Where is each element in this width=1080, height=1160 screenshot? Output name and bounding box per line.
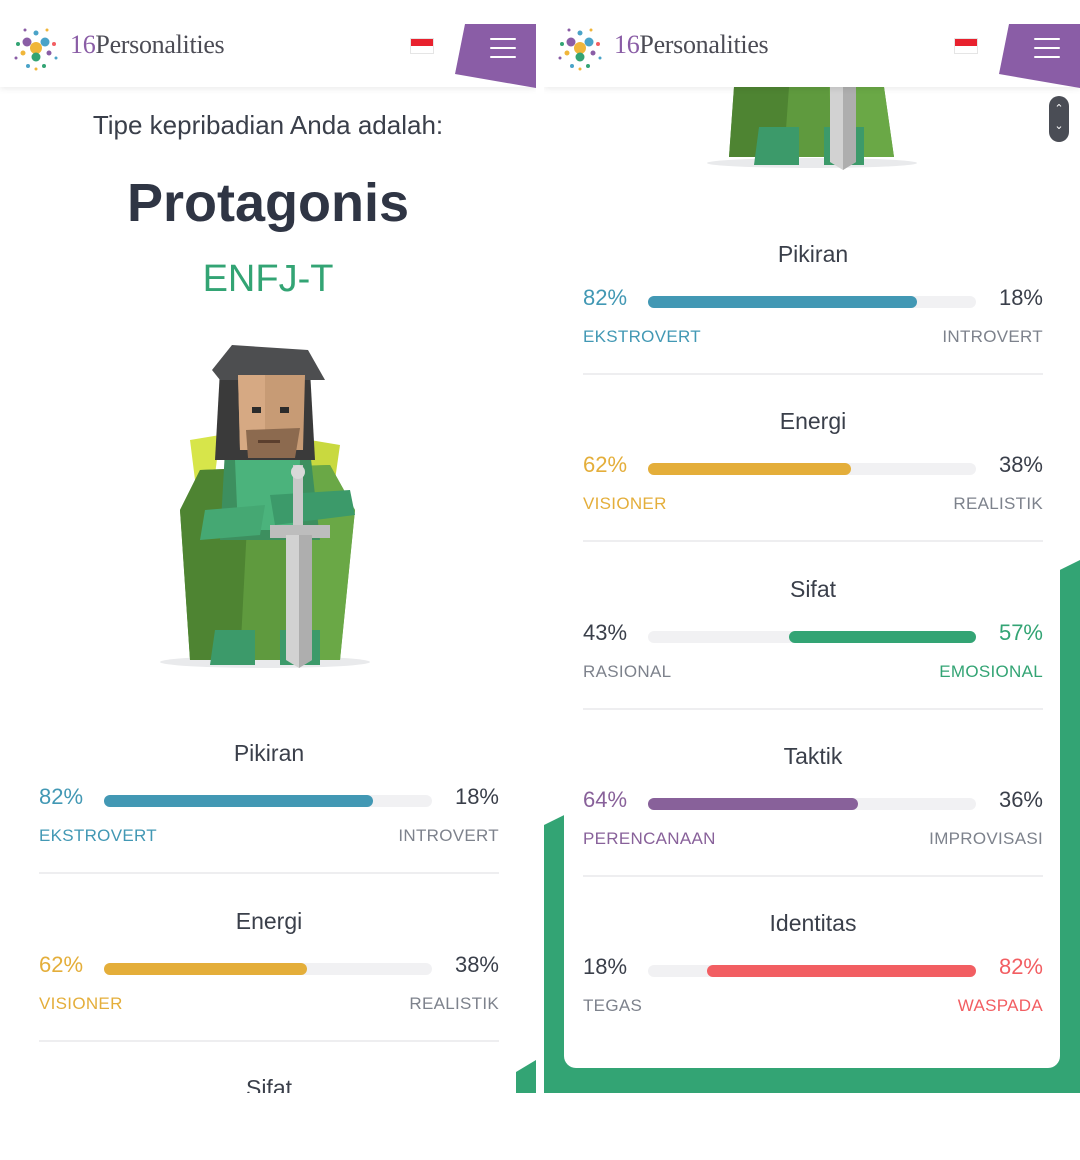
hamburger-menu-icon[interactable]: [1034, 38, 1060, 58]
trait-right-percent: 57%: [998, 620, 1043, 645]
trait-right-percent: 18%: [998, 285, 1043, 310]
divider: [583, 708, 1043, 710]
trait-bar-fill: [104, 795, 373, 807]
logo-wordmark[interactable]: 16Personalities: [70, 30, 225, 60]
chevron-down-icon: ⌄: [1054, 120, 1064, 132]
trait-left-percent: 62%: [583, 452, 628, 477]
trait-left-label: PERENCANAAN: [583, 829, 716, 848]
logo-word: Personalities: [639, 30, 769, 59]
result-intro: Tipe kepribadian Anda adalah:: [92, 110, 444, 140]
trait-right-percent: 38%: [454, 952, 499, 977]
logo-word: Personalities: [95, 30, 225, 59]
trait-right-label: WASPADA: [957, 996, 1043, 1015]
trait-left-label: RASIONAL: [583, 662, 672, 681]
trait-left-percent: 18%: [583, 954, 628, 979]
divider: [583, 373, 1043, 375]
trait-left-label: EKSTROVERT: [39, 826, 157, 845]
trait-title: Sifat: [789, 576, 837, 602]
trait-title: Identitas: [769, 910, 857, 936]
trait-bar: [648, 463, 976, 475]
trait-bar: [104, 795, 432, 807]
trait-bar: [648, 296, 976, 308]
trait-title: Pikiran: [777, 241, 849, 267]
trait-left-percent: 82%: [39, 784, 84, 809]
trait-left-percent: 62%: [39, 952, 84, 977]
trait-bar: [648, 631, 976, 643]
right-screenshot: 16Personalities ⌃ ⌄ Pikiran 82% 18% EKST…: [544, 0, 1080, 1093]
trait-left-percent: 82%: [583, 285, 628, 310]
protagonist-character-illustration: [160, 345, 370, 668]
trait-left-percent: 64%: [583, 787, 628, 812]
personality-type-name: Protagonis: [126, 173, 410, 233]
hamburger-menu-icon[interactable]: [490, 38, 516, 58]
trait-bar: [648, 965, 976, 977]
scroll-handle[interactable]: ⌃ ⌄: [1049, 96, 1069, 142]
left-screenshot: 16Personalities Tipe kepribadian Anda ad…: [0, 0, 536, 1093]
language-flag-icon[interactable]: [954, 38, 978, 54]
trait-right-label: IMPROVISASI: [929, 829, 1043, 848]
divider: [583, 875, 1043, 877]
divider: [39, 872, 499, 874]
logo-wordmark[interactable]: 16Personalities: [614, 30, 769, 60]
trait-right-label: EMOSIONAL: [939, 662, 1043, 681]
logo-number: 16: [614, 30, 640, 59]
trait-title: Pikiran: [233, 740, 305, 766]
trait-title: Energi: [235, 908, 303, 934]
trait-right-percent: 18%: [454, 784, 499, 809]
trait-bar-fill: [707, 965, 976, 977]
trait-bar-fill: [648, 296, 917, 308]
trait-right-percent: 82%: [998, 954, 1043, 979]
trait-right-label: REALISTIK: [409, 994, 499, 1013]
divider: [39, 1040, 499, 1042]
trait-bar-fill: [648, 463, 852, 475]
logo-icon[interactable]: [10, 22, 62, 74]
logo-icon[interactable]: [554, 22, 606, 74]
chevron-up-icon: ⌃: [1054, 103, 1064, 115]
trait-left-label: EKSTROVERT: [583, 327, 701, 346]
trait-right-percent: 38%: [998, 452, 1043, 477]
trait-bar: [104, 963, 432, 975]
trait-bar-fill: [648, 798, 858, 810]
trait-bar-fill: [789, 631, 976, 643]
logo-number: 16: [70, 30, 96, 59]
protagonist-character-illustration-partial: [707, 87, 917, 170]
personality-type-code: ENFJ-T: [202, 258, 334, 300]
trait-title: Sifat: [245, 1075, 293, 1093]
trait-right-percent: 36%: [998, 787, 1043, 812]
trait-left-label: VISIONER: [39, 994, 123, 1013]
trait-left-label: VISIONER: [583, 494, 667, 513]
divider: [583, 540, 1043, 542]
trait-title: Energi: [779, 408, 847, 434]
site-header: 16Personalities: [544, 0, 1080, 88]
trait-left-label: TEGAS: [583, 996, 643, 1015]
language-flag-icon[interactable]: [410, 38, 434, 54]
green-corner-accent: [516, 1060, 536, 1093]
site-header: 16Personalities: [0, 0, 536, 88]
trait-title: Taktik: [783, 743, 843, 769]
trait-left-percent: 43%: [583, 620, 628, 645]
trait-right-label: REALISTIK: [953, 494, 1043, 513]
trait-right-label: INTROVERT: [398, 826, 499, 845]
trait-right-label: INTROVERT: [942, 327, 1043, 346]
trait-bar-fill: [104, 963, 308, 975]
trait-bar: [648, 798, 976, 810]
